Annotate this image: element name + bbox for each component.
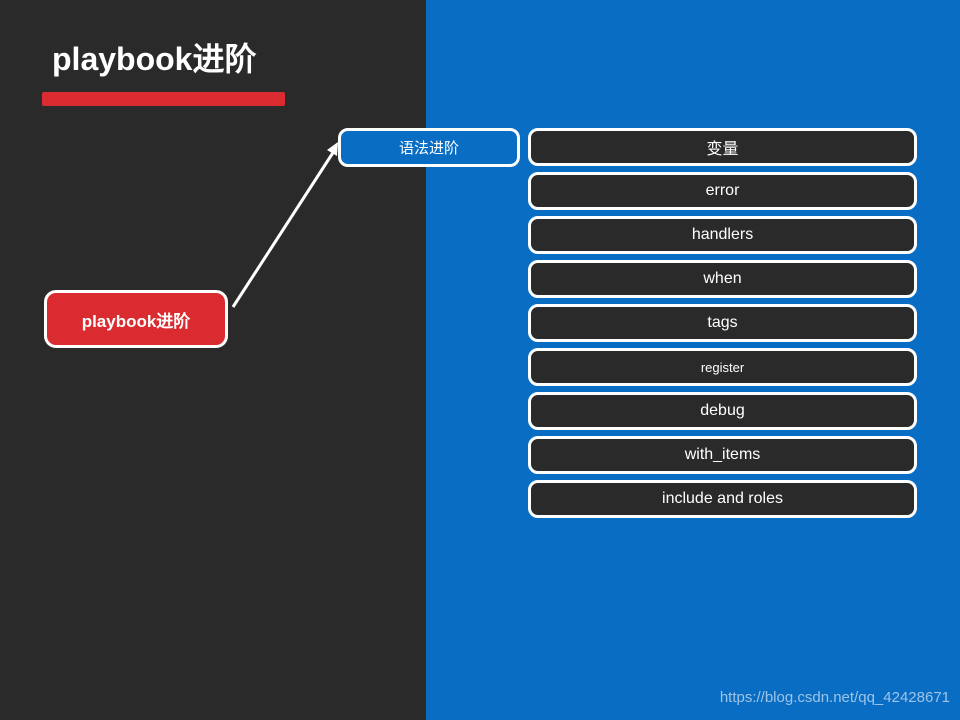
root-node-playbook[interactable]: playbook进阶 [44,290,228,348]
watermark-url: https://blog.csdn.net/qq_42428671 [719,689,950,706]
topic-box[interactable]: tags [528,304,917,342]
topic-list: 变量 error handlers when tags register deb… [528,128,917,524]
branch-node-label: 语法进阶 [398,140,459,157]
root-node-label: playbook进阶 [81,311,191,331]
slide-canvas: playbook进阶 playbook进阶 语法进阶 变量 error hand… [0,0,960,720]
topic-label: error [705,182,740,199]
branch-node-syntax[interactable]: 语法进阶 [338,128,520,167]
topic-box[interactable]: handlers [528,216,917,254]
title-underline-bar [42,92,285,106]
topic-label: include and roles [662,490,783,507]
topic-box[interactable]: error [528,172,917,210]
page-title: playbook进阶 [52,41,257,77]
topic-label: when [703,270,742,287]
topic-box[interactable]: include and roles [528,480,917,518]
topic-box[interactable]: register [528,348,917,386]
topic-label: handlers [691,226,754,243]
topic-box[interactable]: 变量 [528,128,917,166]
topic-box[interactable]: when [528,260,917,298]
topic-label: with_items [684,446,761,463]
topic-label: 变量 [706,141,739,158]
topic-label: tags [707,314,738,331]
topic-label: register [700,359,745,375]
topic-box[interactable]: debug [528,392,917,430]
topic-box[interactable]: with_items [528,436,917,474]
topic-label: debug [700,402,745,419]
